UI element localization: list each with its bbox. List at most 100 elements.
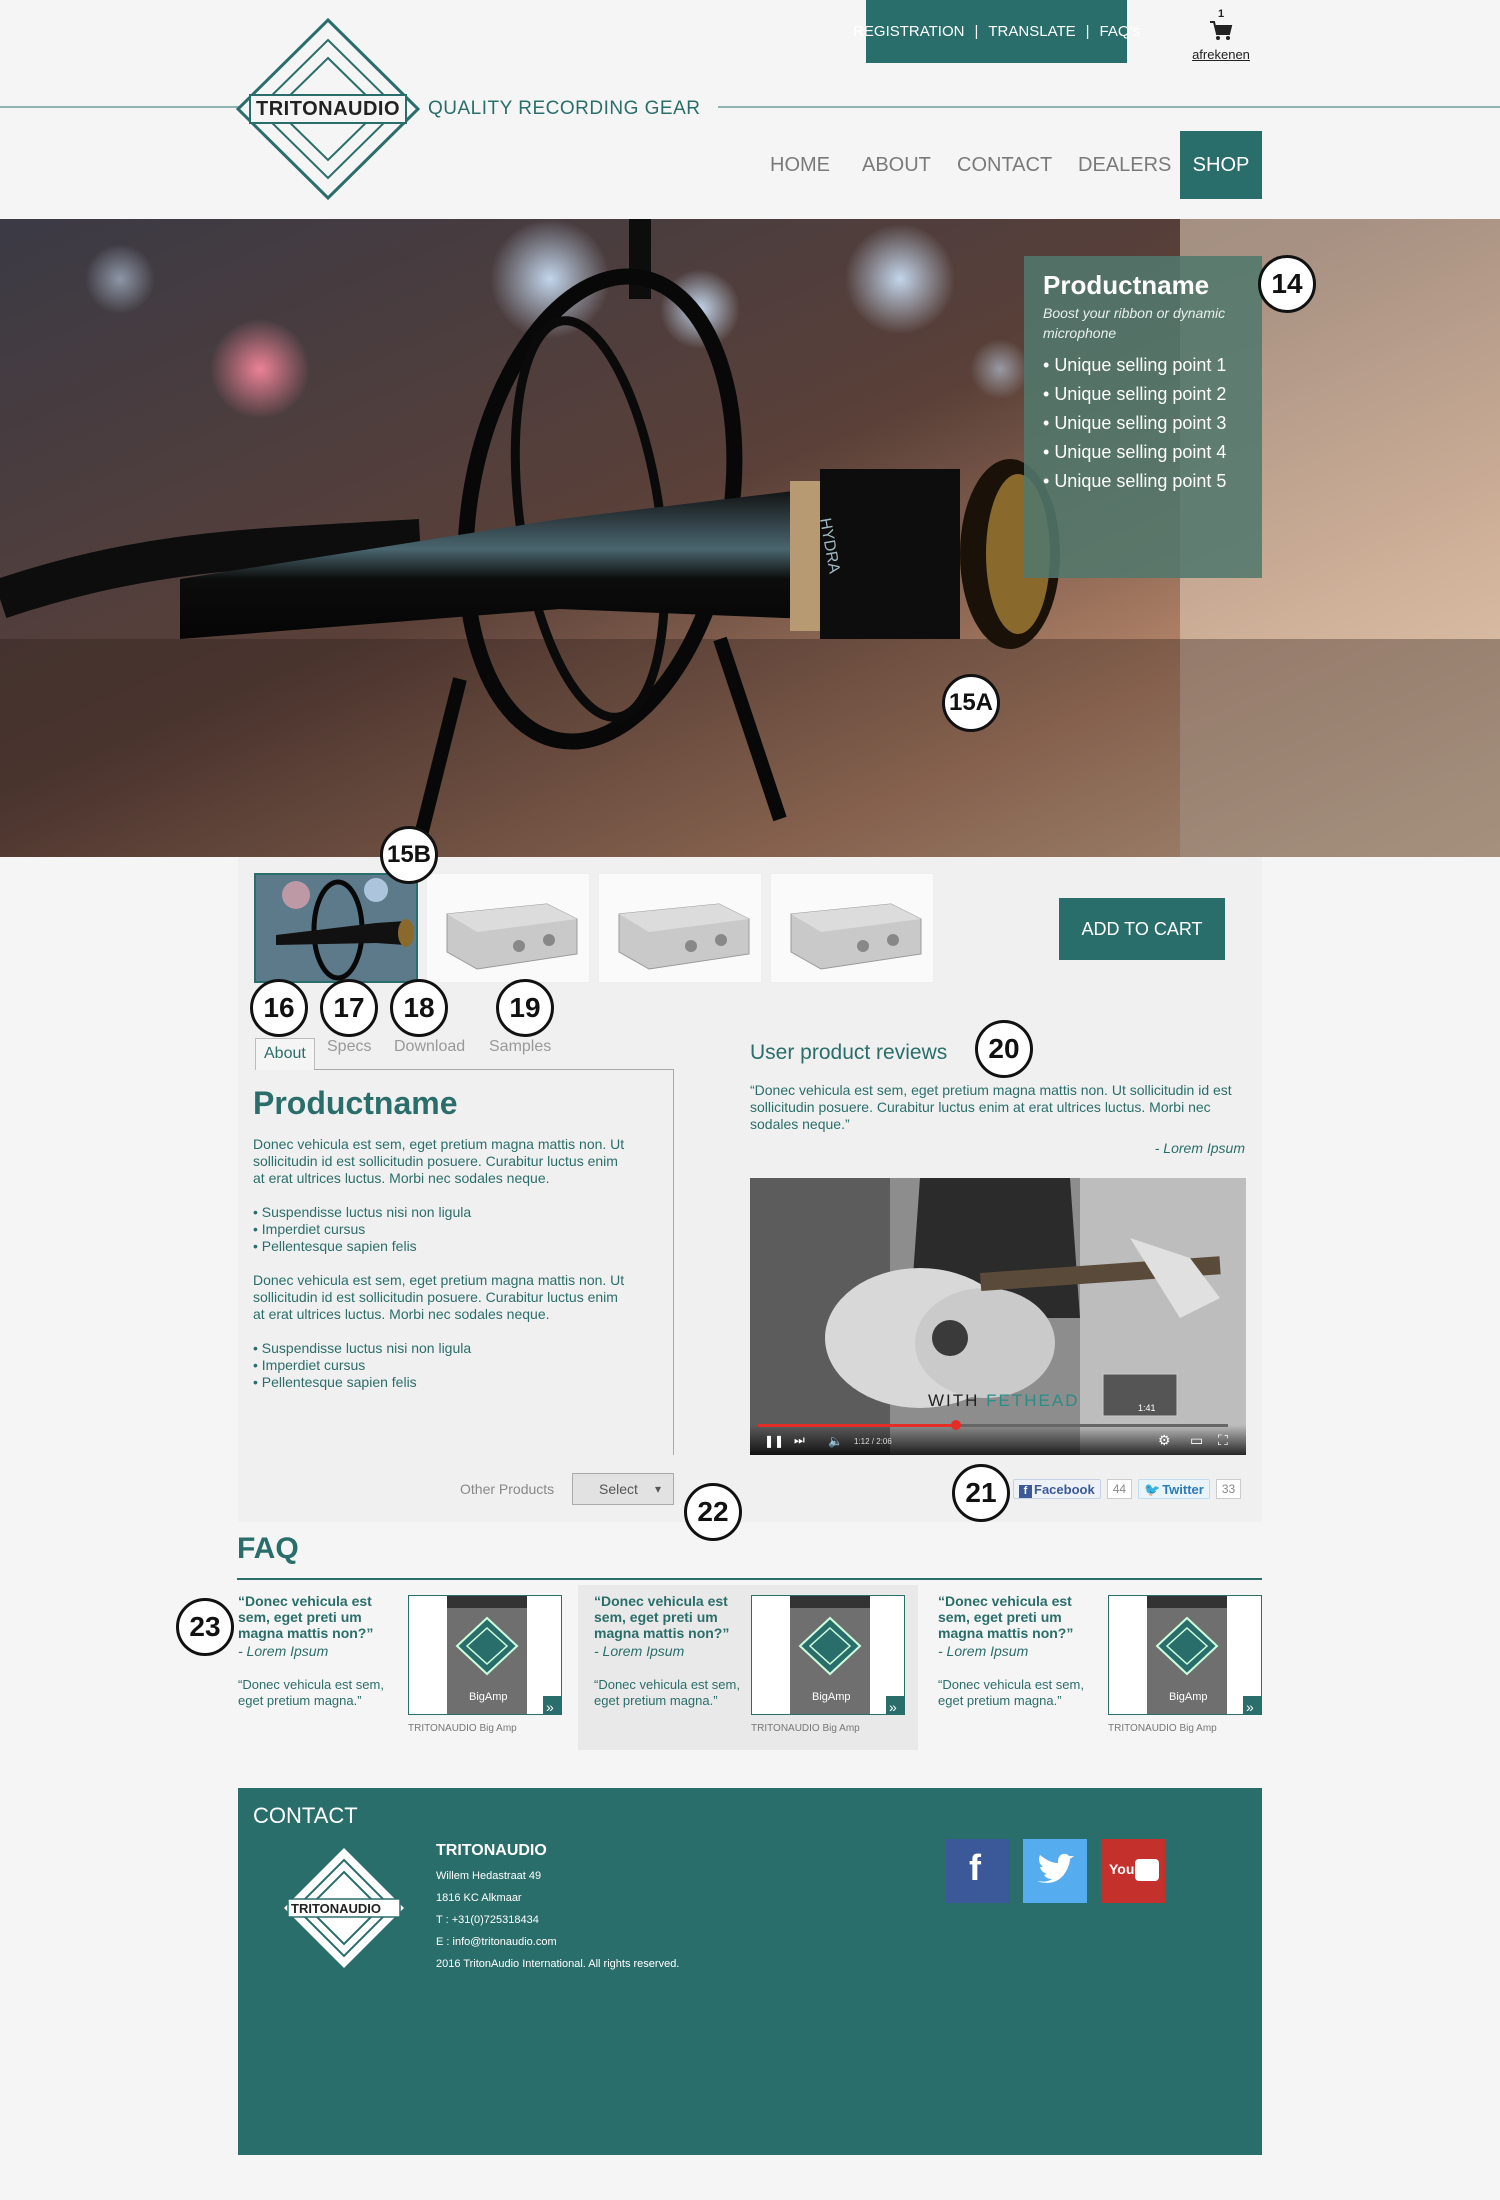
registration-link[interactable]: REGISTRATION [853, 23, 964, 40]
nav-about[interactable]: ABOUT [862, 131, 931, 199]
footer-logo[interactable]: TRITONAUDIO [282, 1846, 406, 1970]
annotation-marker: 18 [390, 979, 448, 1037]
footer-phone: T : +31(0)725318434 [436, 1914, 539, 1926]
product-title: Productname [253, 1085, 458, 1121]
usp-item: • Unique selling point 5 [1043, 471, 1227, 491]
faq-author: - Lorem Ipsum [594, 1643, 685, 1659]
twitter-button[interactable]: 🐦 Twitter [1138, 1479, 1210, 1499]
svg-text:BigAmp: BigAmp [812, 1691, 851, 1703]
theater-icon[interactable]: ▭ [1190, 1432, 1203, 1449]
feature-item: Pellentesque sapien felis [253, 1238, 633, 1255]
feature-item: Pellentesque sapien felis [253, 1374, 633, 1391]
thumbnail-amp[interactable] [770, 873, 934, 983]
footer-email[interactable]: E : info@tritonaudio.com [436, 1936, 557, 1948]
description-paragraph: Donec vehicula est sem, eget pretium mag… [253, 1272, 625, 1322]
faq-product-caption: TRITONAUDIO Big Amp [1108, 1723, 1217, 1734]
faq-question[interactable]: “Donec vehicula est sem, eget preti um m… [238, 1593, 388, 1641]
facebook-icon: f [1019, 1485, 1032, 1498]
facebook-icon[interactable]: f [945, 1839, 1009, 1903]
nav-contact[interactable]: CONTACT [957, 131, 1052, 199]
logo-text: TRITONAUDIO [256, 98, 401, 120]
facebook-share[interactable]: f Facebook 44 [1013, 1478, 1133, 1500]
usp-item: • Unique selling point 3 [1043, 413, 1227, 433]
header-rule-right [718, 106, 1500, 108]
hero-product-box: Productname Boost your ribbon or dynamic… [1024, 256, 1262, 578]
twitter-share[interactable]: 🐦 Twitter 33 [1138, 1478, 1242, 1500]
faq-question[interactable]: “Donec vehicula est sem, eget preti um m… [594, 1593, 744, 1641]
annotation-marker: 21 [952, 1464, 1010, 1522]
video-time: 1:12 / 2:06 [854, 1437, 892, 1446]
nav-dealers[interactable]: DEALERS [1078, 131, 1171, 199]
faq-product-caption: TRITONAUDIO Big Amp [751, 1723, 860, 1734]
pause-icon[interactable]: ❚❚ [764, 1434, 784, 1448]
thumbnail-amp-image [618, 903, 750, 970]
tab-download[interactable]: Download [394, 1038, 465, 1056]
add-to-cart-button[interactable]: ADD TO CART [1059, 898, 1225, 960]
svg-text:BigAmp: BigAmp [1169, 1691, 1208, 1703]
annotation-marker: 15B [380, 826, 438, 884]
youtube-icon[interactable]: You [1101, 1839, 1165, 1903]
hero-product-subtitle: Boost your ribbon or dynamic microphone [1043, 305, 1226, 341]
twitter-icon[interactable] [1023, 1839, 1087, 1903]
facebook-count: 44 [1106, 1479, 1133, 1499]
bigamp-image: BigAmp » [1147, 1596, 1261, 1715]
faq-answer: “Donec vehicula est sem, eget pretium ma… [594, 1677, 740, 1708]
volume-icon[interactable]: 🔈 [828, 1434, 843, 1448]
tab-samples[interactable]: Samples [489, 1038, 551, 1056]
fullscreen-icon[interactable]: ⛶ [1218, 1432, 1228, 1449]
faq-divider [237, 1578, 1262, 1580]
cart-icon [1210, 21, 1233, 40]
cart-count: 1 [1217, 8, 1225, 20]
svg-text:»: » [1246, 1699, 1254, 1715]
faq-product-image[interactable]: BigAmp » [408, 1595, 562, 1715]
description-paragraph: Donec vehicula est sem, eget pretium mag… [253, 1136, 625, 1186]
annotation-marker: 20 [975, 1020, 1033, 1078]
footer-postcode: 1816 KC Alkmaar [436, 1892, 522, 1904]
separator: | [974, 23, 979, 40]
translate-link[interactable]: TRANSLATE [988, 23, 1075, 40]
video-player[interactable]: WITH FETHEAD 1:41 ❚❚ ⏭ 🔈 1:12 / 2:06 ⚙ ▭… [750, 1178, 1246, 1455]
logo[interactable]: TRITONAUDIO [235, 17, 421, 201]
faq-author: - Lorem Ipsum [238, 1643, 329, 1659]
video-thumb-time: 1:41 [1138, 1403, 1156, 1413]
video-progress-bar[interactable] [758, 1420, 1228, 1430]
annotation-marker: 16 [250, 979, 308, 1037]
tab-about[interactable]: About [255, 1038, 315, 1070]
faq-product-caption: TRITONAUDIO Big Amp [408, 1723, 517, 1734]
footer-company-name: TRITONAUDIO [436, 1842, 547, 1859]
annotation-marker: 22 [684, 1483, 742, 1541]
nav-home[interactable]: HOME [770, 131, 830, 199]
thumbnail-amp[interactable] [426, 873, 590, 983]
checkout-link[interactable]: afrekenen [1190, 47, 1252, 62]
faqs-link[interactable]: FAQ's [1100, 23, 1140, 40]
next-icon[interactable]: ⏭ [794, 1433, 805, 1448]
twitter-icon: 🐦 [1144, 1482, 1161, 1497]
annotation-marker: 19 [496, 979, 554, 1037]
video-progress-fill [758, 1424, 956, 1427]
usp-item: • Unique selling point 4 [1043, 442, 1227, 462]
tagline: QUALITY RECORDING GEAR [428, 98, 701, 119]
product-description: Donec vehicula est sem, eget pretium mag… [253, 1136, 633, 1408]
video-progress-handle[interactable] [950, 1420, 961, 1430]
video-controls [750, 1425, 1246, 1455]
faq-answer: “Donec vehicula est sem, eget pretium ma… [938, 1677, 1084, 1708]
faq-product-image[interactable]: BigAmp » [1108, 1595, 1262, 1715]
faq-product-image[interactable]: BigAmp » [751, 1595, 905, 1715]
nav-shop[interactable]: SHOP [1180, 131, 1262, 199]
microphone-photo: HYDRA [0, 219, 1500, 857]
footer-address: Willem Hedastraat 49 [436, 1870, 542, 1882]
twitter-bird-icon [1037, 1853, 1074, 1883]
settings-icon[interactable]: ⚙ [1158, 1432, 1171, 1449]
cart-button[interactable]: 1 afrekenen [1190, 8, 1252, 62]
faq-question[interactable]: “Donec vehicula est sem, eget preti um m… [938, 1593, 1088, 1641]
thumbnail-mic[interactable] [254, 873, 418, 983]
other-products-select[interactable]: Select [572, 1473, 674, 1505]
facebook-button[interactable]: f Facebook [1013, 1479, 1101, 1499]
twitter-count: 33 [1215, 1479, 1242, 1499]
usp-item: • Unique selling point 1 [1043, 355, 1227, 375]
annotation-marker: 14 [1258, 255, 1316, 313]
annotation-marker: 17 [320, 979, 378, 1037]
thumbnail-amp[interactable] [598, 873, 762, 983]
feature-list: Suspendisse luctus nisi non ligula Imper… [253, 1340, 633, 1391]
tab-specs[interactable]: Specs [327, 1038, 371, 1056]
